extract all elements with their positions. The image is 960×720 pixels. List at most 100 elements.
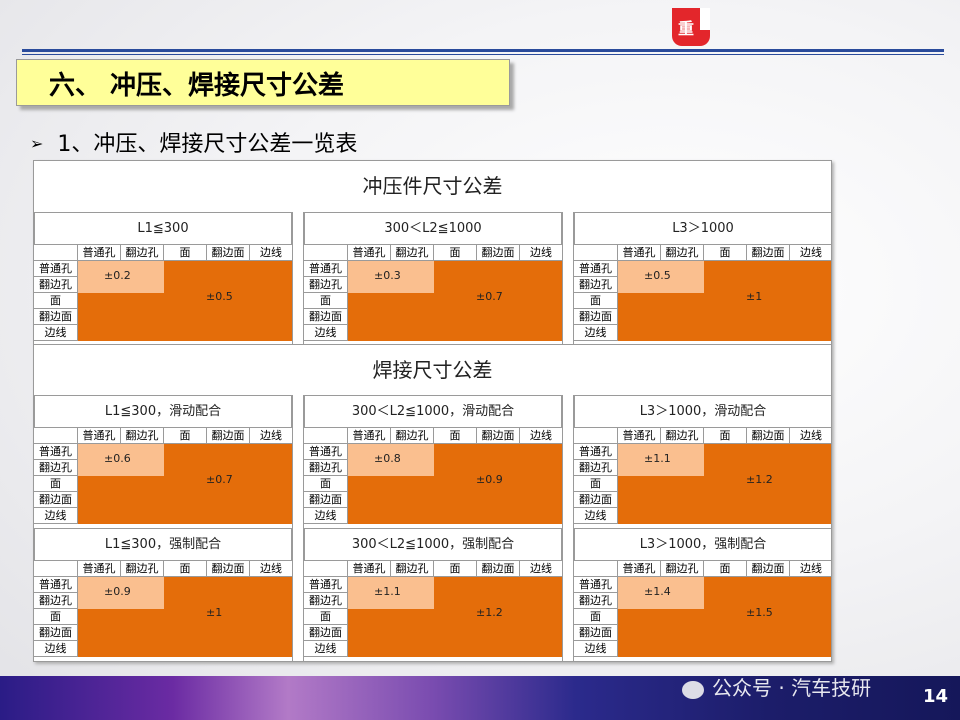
page-number: 14 — [922, 686, 948, 707]
row-header: 翻边孔 — [304, 460, 348, 476]
row-header: 翻边面 — [34, 492, 78, 508]
row-header: 面 — [304, 609, 348, 625]
col-header: 翻边孔 — [391, 428, 434, 444]
corner-cell — [304, 245, 348, 261]
row-header: 翻边孔 — [574, 460, 618, 476]
column-separator — [562, 528, 574, 661]
wechat-icon — [682, 680, 704, 699]
row-header: 面 — [304, 476, 348, 492]
hole-tolerance-value: ±0.2 — [104, 269, 131, 282]
col-header: 翻边孔 — [121, 245, 164, 261]
col-header: 翻边面 — [477, 428, 520, 444]
row-header: 边线 — [304, 641, 348, 657]
col-header: 面 — [704, 428, 747, 444]
col-header: 边线 — [250, 245, 293, 261]
col-header: 面 — [434, 561, 477, 577]
col-header: 普通孔 — [618, 428, 661, 444]
row-header: 翻边孔 — [574, 593, 618, 609]
row-header: 翻边面 — [574, 625, 618, 641]
col-header: 普通孔 — [348, 561, 391, 577]
col-header: 普通孔 — [78, 561, 121, 577]
row-header: 面 — [574, 609, 618, 625]
row-header: 翻边孔 — [574, 277, 618, 293]
row-header: 普通孔 — [574, 444, 618, 460]
column-separator — [562, 395, 574, 528]
col-header: 普通孔 — [618, 561, 661, 577]
col-header: 边线 — [790, 428, 831, 444]
row-header: 边线 — [34, 508, 78, 524]
row-header: 普通孔 — [574, 577, 618, 593]
surface-tolerance-value: ±0.7 — [206, 473, 233, 486]
hole-tolerance-value: ±0.3 — [374, 269, 401, 282]
block-header: L1≦300，滑动配合 — [34, 395, 292, 428]
watermark-text: 公众号 · 汽车技研 — [712, 676, 872, 700]
block-header: L3＞1000，滑动配合 — [574, 395, 831, 428]
corner-cell — [34, 561, 78, 577]
col-header: 翻边面 — [207, 561, 250, 577]
column-separator — [292, 528, 304, 661]
hole-tolerance-value: ±0.5 — [644, 269, 671, 282]
row-header: 普通孔 — [34, 577, 78, 593]
surface-tolerance-value: ±1 — [746, 290, 763, 303]
row-header: 普通孔 — [574, 261, 618, 277]
slide-title-box: 六、 冲压、焊接尺寸公差 — [16, 59, 510, 106]
col-header: 翻边面 — [477, 561, 520, 577]
row-header: 边线 — [574, 508, 618, 524]
col-header: 普通孔 — [348, 245, 391, 261]
col-header: 翻边孔 — [391, 245, 434, 261]
block-header: 300＜L2≦1000，强制配合 — [304, 528, 562, 561]
row-header: 普通孔 — [304, 261, 348, 277]
row-header: 面 — [574, 476, 618, 492]
row-header: 边线 — [574, 641, 618, 657]
col-header: 面 — [164, 245, 207, 261]
logo-glyph: 重 — [678, 19, 695, 38]
row-header: 翻边面 — [34, 625, 78, 641]
row-header: 面 — [574, 293, 618, 309]
surface-tolerance-value: ±0.9 — [476, 473, 503, 486]
col-header: 翻边孔 — [661, 245, 704, 261]
corner-cell — [304, 428, 348, 444]
logo: 重 — [672, 8, 710, 46]
hole-tolerance-value: ±0.9 — [104, 585, 131, 598]
column-separator — [292, 395, 304, 528]
col-header: 面 — [704, 561, 747, 577]
col-header: 边线 — [790, 561, 831, 577]
hole-tolerance-value: ±1.1 — [644, 452, 671, 465]
col-header: 普通孔 — [78, 428, 121, 444]
block-header: L1≦300，强制配合 — [34, 528, 292, 561]
col-header: 翻边面 — [207, 428, 250, 444]
row-header: 边线 — [304, 325, 348, 341]
row-header: 翻边面 — [304, 492, 348, 508]
column-separator — [292, 212, 304, 344]
col-header: 普通孔 — [618, 245, 661, 261]
col-header: 面 — [434, 428, 477, 444]
row-header: 面 — [34, 293, 78, 309]
col-header: 翻边孔 — [121, 428, 164, 444]
col-header: 翻边孔 — [121, 561, 164, 577]
row-header: 普通孔 — [304, 577, 348, 593]
row-header: 普通孔 — [34, 444, 78, 460]
col-header: 翻边面 — [477, 245, 520, 261]
col-header: 边线 — [790, 245, 831, 261]
subtitle: ➢ 1、冲压、焊接尺寸公差一览表 — [30, 126, 357, 158]
tolerance-table: 冲压件尺寸公差 L1≦300 普通孔 翻边孔面翻边面 边线 普通孔 翻边孔面翻边面 边线 ±0.… — [33, 160, 832, 662]
surface-tolerance-value: ±0.5 — [206, 290, 233, 303]
row-header: 翻边孔 — [304, 277, 348, 293]
col-header: 翻边面 — [747, 561, 790, 577]
section-title: 焊接尺寸公差 — [34, 344, 831, 397]
corner-cell — [34, 428, 78, 444]
col-header: 翻边孔 — [661, 428, 704, 444]
block-header: L3＞1000，强制配合 — [574, 528, 831, 561]
col-header: 面 — [164, 428, 207, 444]
section-title: 冲压件尺寸公差 — [34, 161, 831, 213]
row-header: 翻边孔 — [34, 593, 78, 609]
col-header: 边线 — [520, 561, 563, 577]
bullet-arrow-icon: ➢ — [30, 134, 44, 153]
row-header: 普通孔 — [304, 444, 348, 460]
row-header: 边线 — [34, 641, 78, 657]
row-header: 边线 — [574, 325, 618, 341]
hole-tolerance-value: ±0.8 — [374, 452, 401, 465]
hole-tolerance-value: ±1.1 — [374, 585, 401, 598]
col-header: 面 — [164, 561, 207, 577]
row-header: 翻边面 — [574, 492, 618, 508]
